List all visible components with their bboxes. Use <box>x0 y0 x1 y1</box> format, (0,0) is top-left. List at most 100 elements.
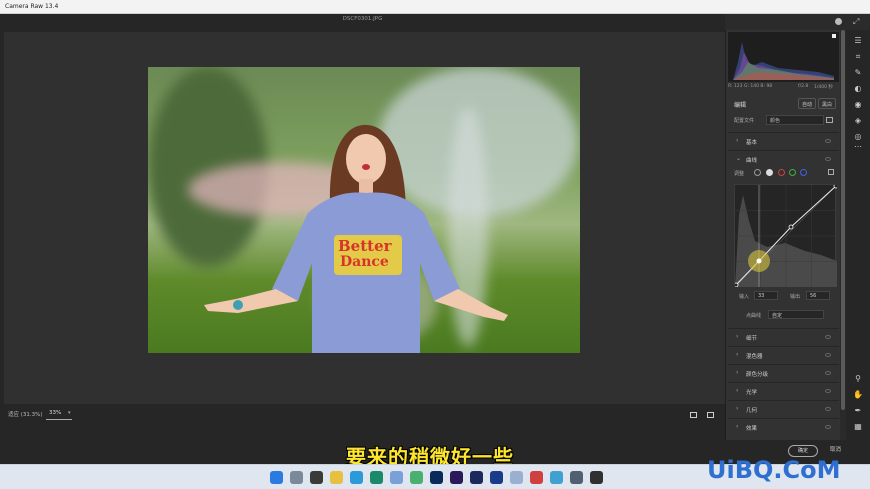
chevron-right-icon: › <box>736 351 739 358</box>
chevron-right-icon: › <box>736 333 739 340</box>
presets-icon[interactable]: ◈ <box>853 116 863 126</box>
grid-icon[interactable]: ▦ <box>853 422 863 432</box>
shutter-readout: 1/400 秒 <box>814 85 833 90</box>
point-curve-select[interactable]: 自定 <box>768 310 824 319</box>
healing-brush-icon[interactable]: ✎ <box>853 68 863 78</box>
eye-icon[interactable] <box>825 407 831 411</box>
section-optics-label: 光学 <box>746 390 758 396</box>
curve-adjust-label: 调整 <box>734 171 745 177</box>
zoom-icon[interactable]: ⚲ <box>853 374 863 384</box>
color-sampler-icon[interactable]: ✒ <box>853 406 863 416</box>
output-label: 输出 <box>790 294 801 300</box>
section-mixer[interactable]: › 混色器 <box>728 346 839 363</box>
person-figure <box>204 124 508 353</box>
start-icon[interactable] <box>270 471 283 484</box>
preview-bottombar: 适应 (31.3%) 33% ▾ <box>0 404 725 426</box>
app-icon[interactable] <box>510 471 523 484</box>
section-optics[interactable]: › 光学 <box>728 382 839 399</box>
store-icon[interactable] <box>370 471 383 484</box>
profile-select[interactable]: 颜色 <box>766 115 824 125</box>
app2-icon[interactable] <box>550 471 563 484</box>
chevron-right-icon: › <box>736 369 739 376</box>
section-curve-label: 曲线 <box>746 158 758 164</box>
word-icon[interactable] <box>490 471 503 484</box>
profile-label: 配置文件 <box>734 118 755 124</box>
aperture-readout: f/2.8 <box>798 84 809 89</box>
site-watermark: UiBQ.CoM <box>707 456 841 484</box>
chevron-right-icon: › <box>736 423 739 430</box>
app3-icon[interactable] <box>570 471 583 484</box>
photo-preview[interactable]: Better Dance <box>148 67 580 353</box>
single-view-icon[interactable] <box>690 412 697 418</box>
cancel-button[interactable]: 取消 <box>830 445 841 453</box>
more-icon[interactable]: ⋯ <box>853 142 863 152</box>
mail-icon[interactable] <box>390 471 403 484</box>
parametric-curve-icon[interactable] <box>754 169 761 176</box>
chevron-down-icon: ▾ <box>68 410 71 416</box>
auto-button[interactable]: 自动 <box>798 98 817 109</box>
scrollbar-thumb[interactable] <box>841 30 845 410</box>
recorder-icon[interactable] <box>590 471 603 484</box>
target-adjust-icon[interactable] <box>828 169 834 175</box>
point-curve-red-icon[interactable] <box>778 169 785 176</box>
file-name: DSCF0301.JPG <box>342 16 383 22</box>
section-curve[interactable]: ⌄ 曲线 <box>728 150 839 167</box>
section-grading-label: 颜色分级 <box>746 372 769 378</box>
section-basic[interactable]: › 基本 <box>728 132 839 149</box>
section-effects-label: 效果 <box>746 426 758 432</box>
chevron-down-icon: ⌄ <box>736 155 742 162</box>
histogram <box>728 32 839 82</box>
shirt-print-line1: Better <box>338 237 392 255</box>
input-label: 输入 <box>739 294 750 300</box>
edit-panel: R: 123 G: 140 B: 98 f/2.8 1/400 秒 编辑 自动 … <box>725 30 840 440</box>
point-curve-white-icon[interactable] <box>766 169 773 176</box>
crop-icon[interactable]: ⌗ <box>853 52 863 62</box>
compare-view-icon[interactable] <box>707 412 714 418</box>
section-basic-label: 基本 <box>746 140 758 146</box>
eye-icon[interactable] <box>825 353 831 357</box>
point-curve-label: 点曲线 <box>746 313 762 319</box>
masking-icon[interactable]: ◐ <box>853 84 863 94</box>
red-eye-icon[interactable]: ◉ <box>853 100 863 110</box>
settings-icon[interactable] <box>835 18 842 25</box>
section-geometry[interactable]: › 几何 <box>728 400 839 417</box>
section-detail[interactable]: › 细节 <box>728 328 839 345</box>
search-icon[interactable] <box>290 471 303 484</box>
input-field[interactable]: 33 <box>754 291 778 300</box>
snapshots-icon[interactable]: ◎ <box>853 132 863 142</box>
eye-icon[interactable] <box>825 139 831 143</box>
tool-strip: ☰ ⌗ ✎ ◐ ◉ ◈ ◎ ⋯ ⚲ ✋ ✒ ▦ <box>846 30 870 440</box>
eye-icon[interactable] <box>825 389 831 393</box>
eye-icon[interactable] <box>825 335 831 339</box>
chevron-right-icon: › <box>736 387 739 394</box>
section-mixer-label: 混色器 <box>746 354 763 360</box>
browser-icon[interactable] <box>410 471 423 484</box>
fullscreen-icon[interactable]: ⤢ <box>853 17 859 27</box>
edge-icon[interactable] <box>350 471 363 484</box>
eye-icon[interactable] <box>825 371 831 375</box>
media-encoder-icon[interactable] <box>470 471 483 484</box>
wps-icon[interactable] <box>530 471 543 484</box>
window-titlebar: Camera Raw 13.4 <box>0 0 870 14</box>
zoom-fit-label[interactable]: 适应 (31.3%) <box>8 410 43 418</box>
section-detail-label: 细节 <box>746 336 758 342</box>
eye-icon[interactable] <box>825 157 831 161</box>
task-view-icon[interactable] <box>310 471 323 484</box>
eye-icon[interactable] <box>825 425 831 429</box>
point-curve-blue-icon[interactable] <box>800 169 807 176</box>
tone-curve-graph[interactable] <box>733 183 839 288</box>
output-field[interactable]: 56 <box>806 291 830 300</box>
bw-button[interactable]: 黑白 <box>818 98 837 109</box>
hand-icon[interactable]: ✋ <box>853 390 863 400</box>
premiere-icon[interactable] <box>450 471 463 484</box>
section-effects[interactable]: › 效果 <box>728 418 839 435</box>
section-grading[interactable]: › 颜色分级 <box>728 364 839 381</box>
sliders-icon[interactable]: ☰ <box>853 36 863 46</box>
profile-browser-icon[interactable] <box>826 117 833 123</box>
photoshop-icon[interactable] <box>430 471 443 484</box>
clip-warning-icon[interactable] <box>832 34 836 38</box>
point-curve-green-icon[interactable] <box>789 169 796 176</box>
shirt-print-line2: Dance <box>340 254 389 270</box>
histogram-graph <box>733 42 834 80</box>
file-explorer-icon[interactable] <box>330 471 343 484</box>
